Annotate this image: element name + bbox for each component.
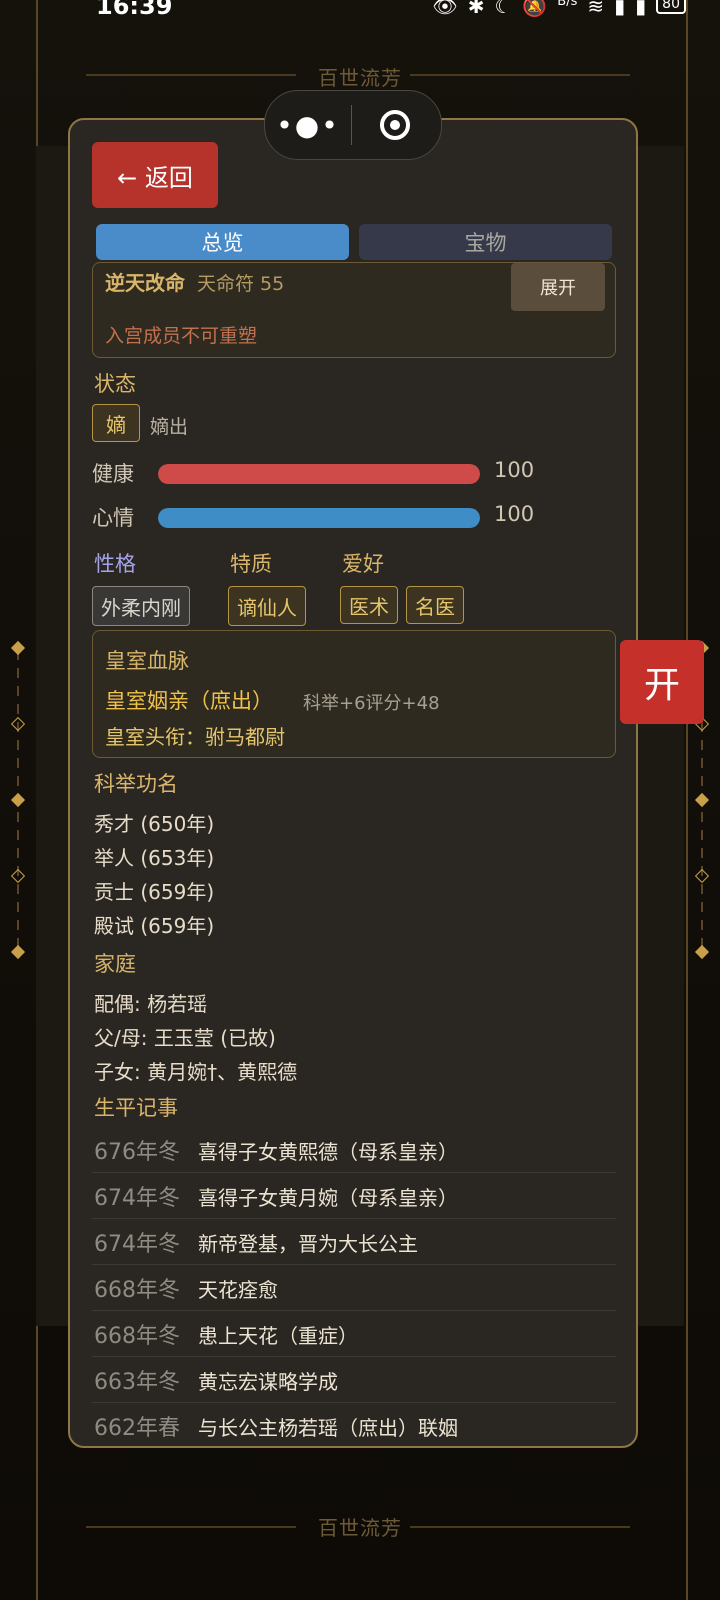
modal-tabs: 总览 宝物 [96,224,612,260]
exam-item: 举人 (653年) [94,846,215,870]
expand-button[interactable]: 展开 [511,263,605,311]
bluetooth-icon: ✱ [467,0,485,18]
feature-badge: 谪仙人 [228,586,306,626]
tab-overview[interactable]: 总览 [96,224,349,260]
life-event-row: 668年冬 天花痊愈 [92,1264,616,1311]
hobby-badge: 医术 [340,586,398,624]
hobby-heading: 爱好 [342,552,384,576]
exam-item: 贡士 (659年) [94,880,215,904]
life-event-text: 与长公主杨若瑶（庶出）联姻 [198,1416,458,1440]
life-event-date: 676年冬 [94,1140,180,1165]
royal-rank: 皇室头衔：驸马都尉 [105,725,285,749]
life-event-row: 676年冬 喜得子女黄熙德（母系皇亲） [92,1126,616,1173]
miniprogram-capsule: •●• [264,90,442,160]
character-detail-modal: ← 返回 总览 宝物 逆天改命 天命符 55 展开 入宫成员不可重塑 状态 嫡 嫡… [68,118,638,1448]
eye-icon: 👁 [432,0,458,18]
life-heading: 生平记事 [94,1096,178,1120]
hobby-badge: 名医 [406,586,464,624]
reshape-note: 入宫成员不可重塑 [105,325,258,347]
mood-value: 100 [494,502,535,526]
reshape-title: 逆天改命 [105,271,185,295]
signal-icon: ▮ [635,0,647,18]
family-parents: 父/母: 王玉莹 (已故) [94,1026,276,1050]
royal-bonus: 科举+6评分+48 [303,693,440,714]
personality-heading: 性格 [94,552,136,576]
clock: 16:39 [96,0,173,20]
exam-item: 秀才 (650年) [94,812,215,836]
royal-bloodline-panel: 皇室血脉 皇室姻亲（庶出） 科举+6评分+48 皇室头衔：驸马都尉 [92,630,616,758]
exam-item: 殿试 (659年) [94,914,215,938]
bell-off-icon: 🔕 [522,0,548,18]
exam-heading: 科举功名 [94,772,178,796]
life-event-text: 喜得子女黄月婉（母系皇亲） [198,1186,458,1210]
life-event-row: 668年冬 患上天花（重症） [92,1310,616,1357]
life-event-date: 662年春 [94,1416,180,1441]
family-children: 子女: 黄月婉†、黄熙德 [94,1060,298,1084]
wifi-icon: ≋ [587,0,605,18]
moon-icon: ☾ [494,0,513,18]
mood-bar [158,508,480,528]
family-spouse: 配偶: 杨若瑶 [94,992,208,1016]
personality-badge: 外柔内刚 [92,586,190,626]
more-dots-icon[interactable]: •●• [265,109,351,142]
target-circle-icon [380,110,410,140]
status-icons: 👁 ✱ ☾ 🔕 B/s ≋ ▮ ▮ 80 [432,0,686,18]
health-label: 健康 [92,462,134,486]
reshape-panel: 逆天改命 天命符 55 展开 入宫成员不可重塑 [92,262,616,358]
legitimate-badge: 嫡 [92,404,140,442]
life-event-date: 674年冬 [94,1232,180,1257]
life-event-date: 668年冬 [94,1324,180,1349]
tab-treasure[interactable]: 宝物 [359,224,612,260]
life-event-text: 黄忘宏谋略学成 [198,1370,338,1394]
life-event-date: 663年冬 [94,1370,180,1395]
life-event-date: 668年冬 [94,1278,180,1303]
life-event-row: 662年春 与长公主杨若瑶（庶出）联姻 [92,1402,616,1446]
health-value: 100 [494,458,535,482]
open-floating-button[interactable]: 开 [620,640,704,724]
signal-icon: ▮ [614,0,626,18]
net-speed: B/s [557,0,578,9]
family-heading: 家庭 [94,952,136,976]
banner-bottom-title: 百世流芳 [318,1516,402,1540]
health-bar-fill [158,464,480,484]
life-event-row: 674年冬 新帝登基，晋为大长公主 [92,1218,616,1265]
life-event-text: 喜得子女黄熙德（母系皇亲） [198,1140,458,1164]
close-capsule-button[interactable] [352,110,438,140]
life-event-row: 674年冬 喜得子女黄月婉（母系皇亲） [92,1172,616,1219]
status-heading: 状态 [94,372,136,396]
life-event-date: 674年冬 [94,1186,180,1211]
life-event-text: 患上天花（重症） [198,1324,358,1348]
back-button[interactable]: ← 返回 [92,142,218,208]
feature-heading: 特质 [230,552,272,576]
status-text: 嫡出 [150,416,189,438]
royal-relation: 皇室姻亲（庶出） [105,689,273,713]
life-event-text: 天花痊愈 [198,1278,278,1302]
banner-top-title: 百世流芳 [318,66,402,90]
status-bar: 16:39 👁 ✱ ☾ 🔕 B/s ≋ ▮ ▮ 80 [0,0,720,22]
royal-title: 皇室血脉 [105,649,189,673]
health-bar [158,464,480,484]
reshape-title-row: 逆天改命 天命符 55 [105,267,284,296]
mood-bar-fill [158,508,480,528]
reshape-subtitle: 天命符 55 [197,273,285,295]
life-event-row: 663年冬 黄忘宏谋略学成 [92,1356,616,1403]
mood-label: 心情 [92,506,134,530]
life-event-text: 新帝登基，晋为大长公主 [198,1232,418,1256]
battery-icon: 80 [656,0,686,14]
